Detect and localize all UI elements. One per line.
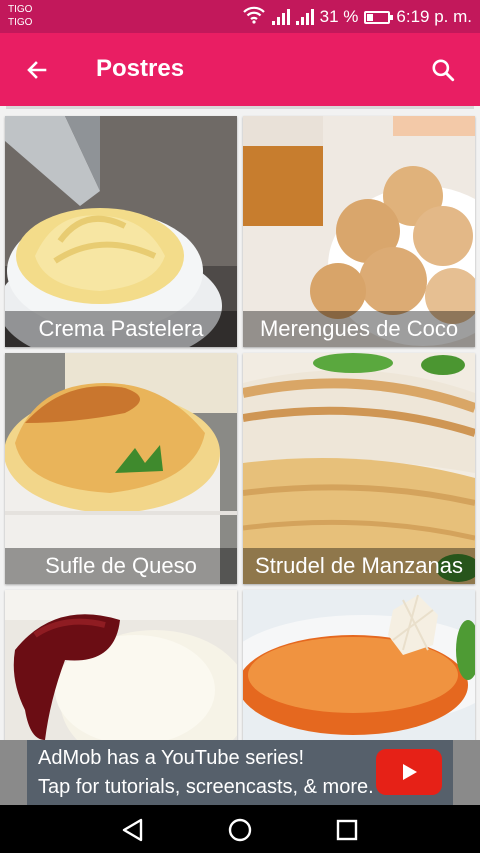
carrier-label: TIGO — [8, 4, 33, 15]
nav-back-button[interactable] — [118, 815, 148, 845]
recipe-caption: Sufle de Queso — [5, 548, 237, 584]
square-recents-icon — [336, 819, 358, 841]
signal-icon — [271, 9, 290, 25]
play-icon — [403, 764, 417, 780]
ad-content[interactable]: AdMob has a YouTube series! Tap for tuto… — [27, 740, 453, 805]
clock: 6:19 p. m. — [396, 7, 472, 26]
recipe-card-strudel-de-manzanas[interactable]: Strudel de Manzanas — [243, 353, 475, 584]
ad-headline: AdMob has a YouTube series! — [38, 747, 305, 769]
nav-recents-button[interactable] — [332, 815, 362, 845]
carrier-label-2: TIGO — [8, 17, 33, 28]
recipe-card-crema-pastelera[interactable]: Crema Pastelera — [5, 116, 237, 347]
arrow-back-icon — [27, 61, 47, 79]
back-button[interactable] — [18, 51, 56, 89]
page-title: Postres — [96, 55, 185, 82]
recipe-grid: Crema Pastelera Merengues de Coco Sufle … — [0, 106, 480, 740]
system-nav-bar — [0, 805, 480, 853]
recipe-image — [243, 590, 475, 740]
battery-level — [367, 13, 374, 21]
battery-icon — [364, 10, 394, 24]
wifi-icon — [242, 6, 266, 29]
recipe-card-merengues-de-coco[interactable]: Merengues de Coco — [243, 116, 475, 347]
status-bar: TIGO TIGO 31 % 6:19 p. m. — [0, 0, 480, 33]
youtube-play-button[interactable] — [376, 749, 442, 795]
ad-subline: Tap for tutorials, screencasts, & more. — [38, 776, 374, 798]
recipe-caption: Strudel de Manzanas — [243, 548, 475, 584]
recipe-caption: Merengues de Coco — [243, 311, 475, 347]
recipe-caption: Crema Pastelera — [5, 311, 237, 347]
recipe-card[interactable] — [5, 590, 237, 740]
signal-icon-2 — [295, 9, 314, 25]
battery-percent: 31 % — [319, 7, 359, 26]
nav-home-button[interactable] — [225, 815, 255, 845]
recipe-card-sufle-de-queso[interactable]: Sufle de Queso — [5, 353, 237, 584]
circle-home-icon — [228, 818, 252, 842]
app-toolbar: Postres — [0, 33, 480, 106]
search-icon — [432, 59, 455, 82]
divider — [6, 106, 474, 109]
ad-banner[interactable]: AdMob has a YouTube series! Tap for tuto… — [0, 740, 480, 805]
search-button[interactable] — [424, 51, 462, 89]
recipe-card[interactable] — [243, 590, 475, 740]
recipe-image — [5, 590, 237, 740]
triangle-back-icon — [122, 818, 143, 842]
